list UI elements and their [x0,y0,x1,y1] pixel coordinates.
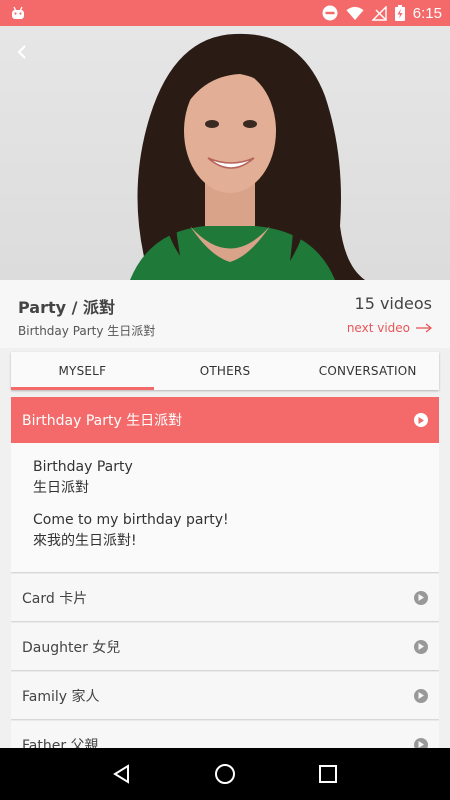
video-thumbnail [130,33,365,280]
list-item-label: Birthday Party 生日派對 [22,413,183,429]
tab-myself[interactable]: MYSELF [11,352,154,390]
list-item-label: Card 卡片 [22,590,88,607]
triangle-back-icon [112,764,132,784]
list-item-active[interactable]: Birthday Party 生日派對 [11,397,439,443]
play-icon[interactable] [414,737,428,748]
android-icon [10,6,26,20]
play-icon[interactable] [414,413,428,427]
next-video-label: next video [346,321,410,335]
word-english: Birthday Party [33,459,133,475]
category-tabs: MYSELF OTHERS CONVERSATION [11,352,439,390]
play-icon[interactable] [414,590,428,605]
list-item[interactable]: Family 家人 [11,672,439,719]
nav-recents-button[interactable] [308,754,348,794]
status-time: 6:15 [412,4,442,22]
play-icon[interactable] [414,688,428,703]
play-icon[interactable] [414,639,428,654]
lesson-header: Party / 派對 15 videos Birthday Party 生日派對… [0,280,450,348]
list-item[interactable]: Daughter 女兒 [11,623,439,670]
list-item[interactable]: Card 卡片 [11,574,439,621]
do-not-disturb-icon [322,5,338,21]
next-video-link[interactable]: next video [347,321,432,335]
no-signal-icon [371,5,387,21]
navigation-bar [0,748,450,800]
circle-home-icon [214,763,236,785]
nav-home-button[interactable] [205,754,245,794]
tab-conversation[interactable]: CONVERSATION [296,352,439,390]
word-chinese: 生日派對 [33,480,89,496]
sentence-english: Come to my birthday party! [33,512,229,528]
wifi-icon [346,6,364,21]
arrow-right-icon [416,323,432,333]
expanded-detail: Birthday Party 生日派對 Come to my birthday … [11,443,439,572]
video-count: 15 videos [354,294,432,313]
video-player[interactable] [0,26,450,280]
list-item[interactable]: Father 父親 [11,721,439,748]
list-item-label: Family 家人 [22,688,100,705]
list-item-label: Daughter 女兒 [22,639,121,656]
chevron-left-icon [16,44,28,60]
status-bar: 6:15 [0,0,450,26]
nav-back-button[interactable] [102,754,142,794]
tab-others[interactable]: OTHERS [154,352,297,390]
list-item-label: Father 父親 [22,737,99,749]
current-video-title: Birthday Party 生日派對 [18,324,156,338]
battery-charging-icon [394,5,405,21]
lesson-title: Party / 派對 [18,298,116,317]
square-recents-icon [319,765,338,783]
sentence-chinese: 來我的生日派對! [33,533,137,549]
back-button[interactable] [8,38,36,66]
video-list: Birthday Party 生日派對 Birthday Party 生日派對 … [11,397,439,748]
